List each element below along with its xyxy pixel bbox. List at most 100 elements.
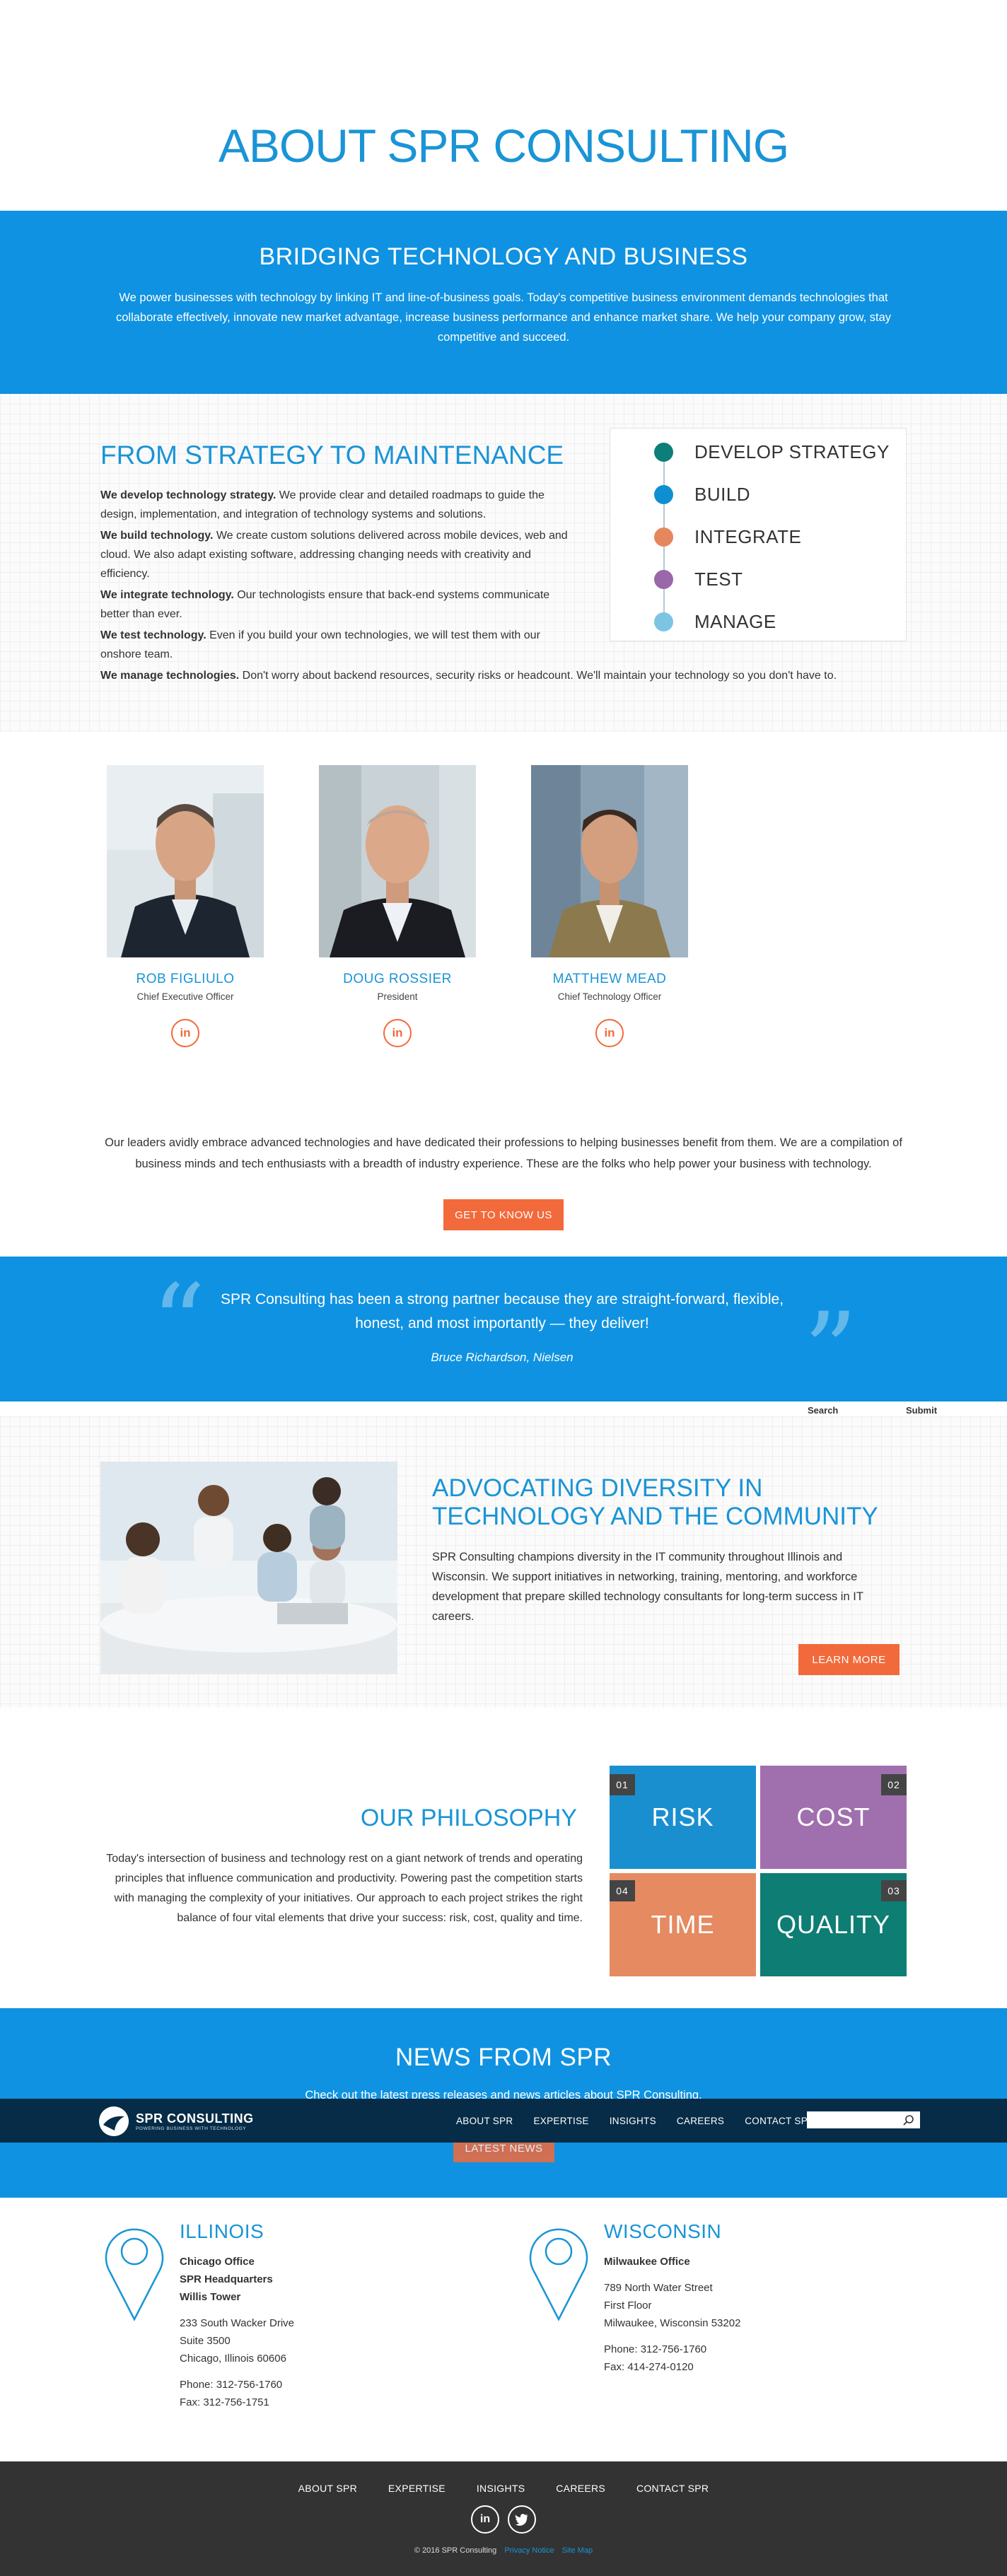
- puzzle-piece-cost: 02 COST: [760, 1766, 907, 1869]
- open-quote-icon: “: [151, 1262, 206, 1385]
- footer-copyright: © 2016 SPR Consulting Privacy Notice Sit…: [0, 2546, 1007, 2555]
- puzzle-piece-quality: 03 QUALITY: [760, 1873, 907, 1976]
- member-role: President: [377, 991, 418, 1002]
- office-details: ILLINOIS Chicago Office SPR Headquarters…: [180, 2220, 413, 2411]
- member-name[interactable]: DOUG ROSSIER: [319, 972, 476, 987]
- piece-number: 02: [881, 1774, 907, 1795]
- step-dot: [654, 527, 673, 547]
- step-dot: [654, 484, 673, 504]
- testimonial-author: Bruce Richardson, Nielsen: [431, 1351, 574, 1364]
- piece-label: TIME: [651, 1910, 715, 1939]
- step-dot: [654, 569, 673, 589]
- office-subtitle: SPR Headquarters: [180, 2273, 273, 2285]
- office-phone[interactable]: Phone: 312-756-1760: [180, 2376, 413, 2394]
- office-phone[interactable]: Phone: 312-756-1760: [604, 2341, 837, 2358]
- strategy-item-text: Don't worry about backend resources, sec…: [239, 670, 837, 682]
- team-member: ROB FIGLIULO Chief Executive Officer in: [107, 765, 264, 1047]
- footer-links: ABOUT SPR EXPERTISE INSIGHTS CAREERS CON…: [0, 2483, 1007, 2494]
- leadership-section: ROB FIGLIULO Chief Executive Officer in …: [0, 732, 1007, 1257]
- search-submit[interactable]: Submit: [906, 1405, 937, 1416]
- member-name[interactable]: ROB FIGLIULO: [107, 972, 264, 987]
- office-fax: Fax: 414-274-0120: [604, 2361, 694, 2373]
- testimonial-text: SPR Consulting has been a strong partner…: [220, 1291, 784, 1331]
- spr-logo-text: SPR CONSULTING POWERING BUSINESS WITH TE…: [136, 2111, 254, 2131]
- step-label: MANAGE: [694, 610, 776, 632]
- nav-insights[interactable]: INSIGHTS: [610, 2116, 656, 2126]
- testimonial-banner: “ ” SPR Consulting has been a strong par…: [0, 1257, 1007, 1405]
- map-pin-icon: [105, 2228, 164, 2321]
- member-role: Chief Executive Officer: [136, 991, 234, 1002]
- search-icon[interactable]: [902, 2114, 916, 2128]
- footer-expertise[interactable]: EXPERTISE: [388, 2483, 446, 2494]
- main-navbar: SPR CONSULTING POWERING BUSINESS WITH TE…: [0, 2099, 1007, 2143]
- nav-links: ABOUT SPR EXPERTISE INSIGHTS CAREERS CON…: [456, 2099, 835, 2143]
- step-test: TEST: [654, 569, 743, 590]
- member-role: Chief Technology Officer: [557, 991, 662, 1002]
- footer-contact-spr[interactable]: CONTACT SPR: [636, 2483, 709, 2494]
- diversity-text: SPR Consulting champions diversity in th…: [432, 1551, 863, 1623]
- strategy-item-lead: We build technology.: [100, 530, 214, 542]
- strategy-heading: FROM STRATEGY TO MAINTENANCE: [100, 441, 564, 470]
- strategy-section: FROM STRATEGY TO MAINTENANCE We develop …: [0, 394, 1007, 732]
- strategy-item: We integrate technology. Our technologis…: [100, 585, 581, 624]
- office-state: WISCONSIN: [604, 2220, 722, 2242]
- member-photo: [319, 765, 476, 957]
- footer-insights[interactable]: INSIGHTS: [477, 2483, 525, 2494]
- process-steps: DEVELOP STRATEGY BUILD INTEGRATE TEST MA…: [610, 428, 907, 641]
- footer-social: in: [0, 2505, 1007, 2534]
- office-details: WISCONSIN Milwaukee Office 789 North Wat…: [604, 2220, 837, 2376]
- step-build: BUILD: [654, 484, 750, 505]
- piece-label: COST: [796, 1802, 871, 1831]
- strategy-item-lead: We integrate technology.: [100, 589, 234, 601]
- diversity-heading: ADVOCATING DIVERSITY IN TECHNOLOGY AND T…: [432, 1474, 878, 1530]
- spr-logo-mark-icon: [99, 2106, 129, 2136]
- address-line: First Floor: [604, 2300, 652, 2312]
- intro-banner: BRIDGING TECHNOLOGY AND BUSINESS We powe…: [0, 211, 1007, 394]
- nav-expertise[interactable]: EXPERTISE: [533, 2116, 588, 2126]
- address-line: 789 North Water Street: [604, 2282, 713, 2294]
- team-member: DOUG ROSSIER President in: [319, 765, 476, 1047]
- office-fax: Fax: 312-756-1751: [180, 2396, 269, 2408]
- strategy-item: We build technology. We create custom so…: [100, 526, 581, 583]
- get-to-know-us-button[interactable]: GET TO KNOW US: [443, 1199, 564, 1230]
- twitter-icon[interactable]: [508, 2505, 536, 2534]
- philosophy-text: Today's intersection of business and tec…: [106, 1853, 583, 1924]
- strategy-item: We develop technology strategy. We provi…: [100, 486, 581, 524]
- piece-label: QUALITY: [776, 1910, 891, 1939]
- linkedin-icon[interactable]: in: [471, 2505, 499, 2534]
- close-quote-icon: ”: [803, 1290, 858, 1414]
- linkedin-icon[interactable]: in: [171, 1019, 199, 1047]
- member-name[interactable]: MATTHEW MEAD: [531, 972, 688, 987]
- strategy-item: We test technology. Even if you build yo…: [100, 626, 581, 664]
- step-manage: MANAGE: [654, 611, 776, 632]
- learn-more-button[interactable]: LEARN MORE: [798, 1644, 900, 1675]
- office-address: Chicago Office SPR Headquarters Willis T…: [180, 2253, 413, 2411]
- linkedin-icon[interactable]: in: [383, 1019, 412, 1047]
- search-label: Search: [808, 1405, 839, 1416]
- nav-about-spr[interactable]: ABOUT SPR: [456, 2116, 513, 2126]
- strategy-item-lead: We test technology.: [100, 629, 206, 641]
- linkedin-icon[interactable]: in: [595, 1019, 624, 1047]
- address-line: 233 South Wacker Drive: [180, 2317, 295, 2329]
- diversity-photo: [100, 1462, 397, 1674]
- site-map-link[interactable]: Site Map: [562, 2546, 593, 2555]
- footer-careers[interactable]: CAREERS: [556, 2483, 605, 2494]
- leadership-intro: Our leaders avidly embrace advanced tech…: [105, 1136, 902, 1170]
- page-title: ABOUT SPR CONSULTING: [218, 120, 789, 172]
- offices-section: ILLINOIS Chicago Office SPR Headquarters…: [0, 2198, 1007, 2461]
- puzzle-piece-risk: 01 RISK: [610, 1766, 756, 1869]
- office-state: ILLINOIS: [180, 2220, 264, 2242]
- news-heading: NEWS FROM SPR: [395, 2044, 612, 2071]
- privacy-notice-link[interactable]: Privacy Notice: [504, 2546, 554, 2555]
- nav-careers[interactable]: CAREERS: [677, 2116, 724, 2126]
- spr-logo[interactable]: SPR CONSULTING POWERING BUSINESS WITH TE…: [99, 2106, 254, 2136]
- intro-text: We power businesses with technology by l…: [115, 291, 892, 344]
- address-line: Chicago, Illinois 60606: [180, 2353, 286, 2365]
- site-footer: ABOUT SPR EXPERTISE INSIGHTS CAREERS CON…: [0, 2461, 1007, 2576]
- footer-about-spr[interactable]: ABOUT SPR: [298, 2483, 357, 2494]
- office-building: Willis Tower: [180, 2291, 241, 2303]
- nav-contact-spr[interactable]: CONTACT SPR: [745, 2116, 815, 2126]
- puzzle-piece-time: 04 TIME: [610, 1873, 756, 1976]
- step-dot: [654, 442, 673, 462]
- philosophy-heading: OUR PHILOSOPHY: [360, 1805, 577, 1831]
